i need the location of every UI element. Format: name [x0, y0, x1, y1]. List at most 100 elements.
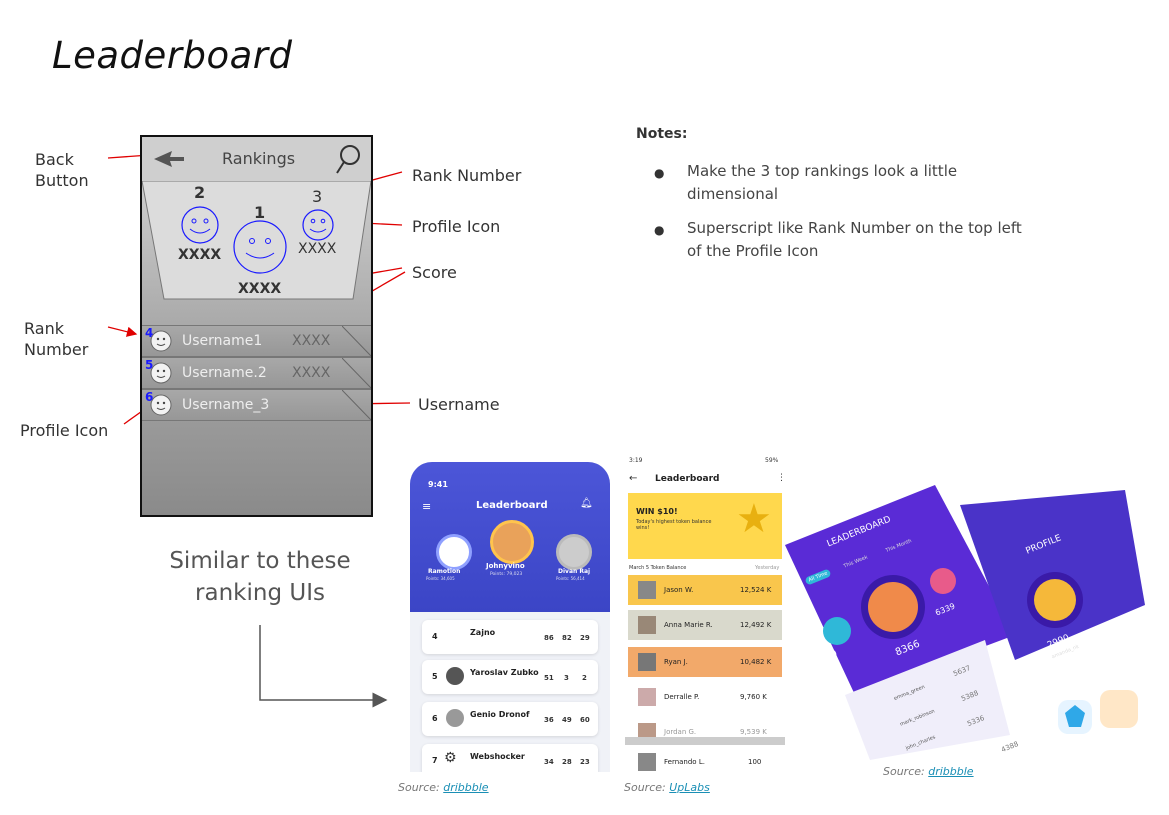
ex1-row-count: 49 [562, 716, 572, 724]
source-prefix: Source: [883, 765, 925, 778]
ex1-row: 5 Yaroslav Zubko 51 3 2 [422, 660, 598, 694]
row-username: Username1 [182, 333, 263, 349]
arrow-rank-number-left [107, 326, 138, 337]
ex1-row-count: 34 [544, 758, 554, 766]
notes-heading: Notes: [636, 126, 688, 142]
source-link[interactable]: dribbble [443, 781, 488, 794]
ex1-row-count: 82 [562, 634, 572, 642]
wireframe-title: Rankings [222, 149, 296, 168]
ex2-row-value: 9,760 K [740, 693, 767, 701]
note-item: Make the 3 top rankings look a little di… [687, 162, 958, 203]
podium-rank-1: 1 [254, 203, 266, 222]
source-link[interactable]: UpLabs [669, 781, 710, 794]
source-prefix: Source: [398, 781, 440, 794]
menu-icon[interactable]: ≡ [422, 500, 431, 513]
ex1-row-count: 60 [580, 716, 590, 724]
row-score: XXXX [292, 365, 331, 381]
ex2-row: Derralle P. 9,760 K [628, 682, 782, 712]
search-icon[interactable] [334, 143, 362, 175]
smiley-icon [150, 330, 172, 352]
avatar [556, 534, 592, 570]
wireframe-header: Rankings [142, 137, 371, 182]
source-link[interactable]: dribbble [928, 765, 973, 778]
ex2-row-name: Fernando L. [664, 758, 705, 766]
ex2-row-name: Derralle P. [664, 693, 700, 701]
bell-icon[interactable]: 🔔︎ [580, 498, 593, 509]
ex1-row-name: Genio Dronof [470, 710, 530, 719]
ex1-row-count: 29 [580, 634, 590, 642]
ex1-row-name: Yaroslav Zubko [470, 668, 539, 677]
gear-icon: ⚙ [444, 750, 457, 766]
star-icon: ★ [736, 496, 772, 542]
ex1-top-points: Points: 34,605 [426, 576, 455, 581]
ex1-row-count: 36 [544, 716, 554, 724]
ex1-top-name: Divan Raj [558, 568, 591, 575]
avatar [436, 534, 472, 570]
back-arrow-icon[interactable]: ← [629, 473, 637, 484]
ex1-row-name: Zajno [470, 628, 496, 637]
avatar [638, 616, 656, 634]
more-icon[interactable]: ⋮ [777, 473, 785, 483]
avatar [638, 653, 656, 671]
row-username: Username.2 [182, 365, 267, 381]
example-screenshot-2: 3:19 59% ← Leaderboard ⋮ WIN $10! Today'… [625, 455, 785, 780]
ex2-row: Anna Marie R. 12,492 K [628, 610, 782, 640]
ex1-row-rank: 6 [432, 714, 438, 723]
ex1-row: 6 Genio Dronof 36 49 60 [422, 702, 598, 736]
bullet-icon: ● [654, 223, 665, 237]
ex1-row-rank: 4 [432, 632, 438, 641]
note-item: Superscript like Rank Number on the top … [687, 219, 1022, 260]
podium-score-3: XXXX [298, 241, 337, 257]
source-caption: Source: dribbble [398, 781, 489, 794]
ex2-row-name: Ryan J. [664, 658, 688, 666]
similar-caption: Similar to these ranking UIs [169, 548, 351, 606]
ranking-row[interactable]: 5 Username.2 XXXX [142, 357, 371, 389]
wireframe-phone: Rankings 2 1 3 XXXX XXXX XXXX 4 Username… [140, 135, 373, 517]
row-score: XXXX [292, 333, 331, 349]
ex2-row-name: Jason W. [664, 586, 694, 594]
podium-rank-2: 2 [194, 183, 206, 202]
ex2-banner: WIN $10! Today's highest token balance w… [628, 493, 782, 559]
smiley-icon [150, 394, 172, 416]
ex2-banner-title: WIN $10! [636, 507, 678, 516]
avatar [446, 667, 464, 685]
ex2-row-value: 12,524 K [740, 586, 772, 594]
ex2-title: Leaderboard [655, 474, 720, 484]
podium-score-2: XXXX [178, 247, 222, 263]
ex1-top-name: Ramotion [428, 568, 461, 575]
row-divider [342, 358, 371, 388]
ex2-row-value: 100 [748, 758, 762, 766]
example-screenshot-1: 9:41 ≡ Leaderboard 🔔︎ Ramotion Johnyvino… [410, 462, 610, 772]
avatar [638, 753, 656, 771]
ex1-header: 9:41 ≡ Leaderboard 🔔︎ Ramotion Johnyvino… [410, 462, 610, 612]
ex2-divider [625, 737, 785, 745]
ex1-row-count: 51 [544, 674, 554, 682]
arrow-similar [259, 625, 388, 708]
ex1-time: 9:41 [428, 480, 448, 489]
smiley-icon [150, 362, 172, 384]
ex2-row: Fernando L. 100 [628, 747, 782, 777]
ex1-row-rank: 5 [432, 672, 438, 681]
ex2-row: Ryan J. 10,482 K [628, 647, 782, 677]
row-divider [342, 326, 371, 356]
back-arrow-icon[interactable] [152, 149, 186, 169]
ex2-row-name: Jordan G. [664, 728, 697, 736]
ex1-row-count: 2 [582, 674, 587, 682]
ex2-row-name: Anna Marie R. [664, 621, 713, 629]
ex2-status: 59% [765, 457, 779, 464]
ex1-top-points: Points: 56,414 [556, 576, 585, 581]
row-divider [342, 390, 371, 420]
ex2-row: Jason W. 12,524 K [628, 575, 782, 605]
podium-rank-3: 3 [312, 187, 323, 206]
avatar [490, 520, 534, 564]
ranking-row[interactable]: 4 Username1 XXXX [142, 325, 371, 357]
bullet-icon: ● [654, 166, 665, 180]
avatar [638, 688, 656, 706]
ex2-row-value: 10,482 K [740, 658, 772, 666]
ex1-title: Leaderboard [476, 500, 548, 511]
ranking-row[interactable]: 6 Username_3 [142, 389, 371, 421]
ex1-row-name: Webshocker [470, 752, 525, 761]
ex1-row: 4 Zajno 86 82 29 [422, 620, 598, 654]
ex2-banner-text: Today's highest token balance wins! [636, 519, 712, 531]
ex1-row-count: 3 [564, 674, 569, 682]
